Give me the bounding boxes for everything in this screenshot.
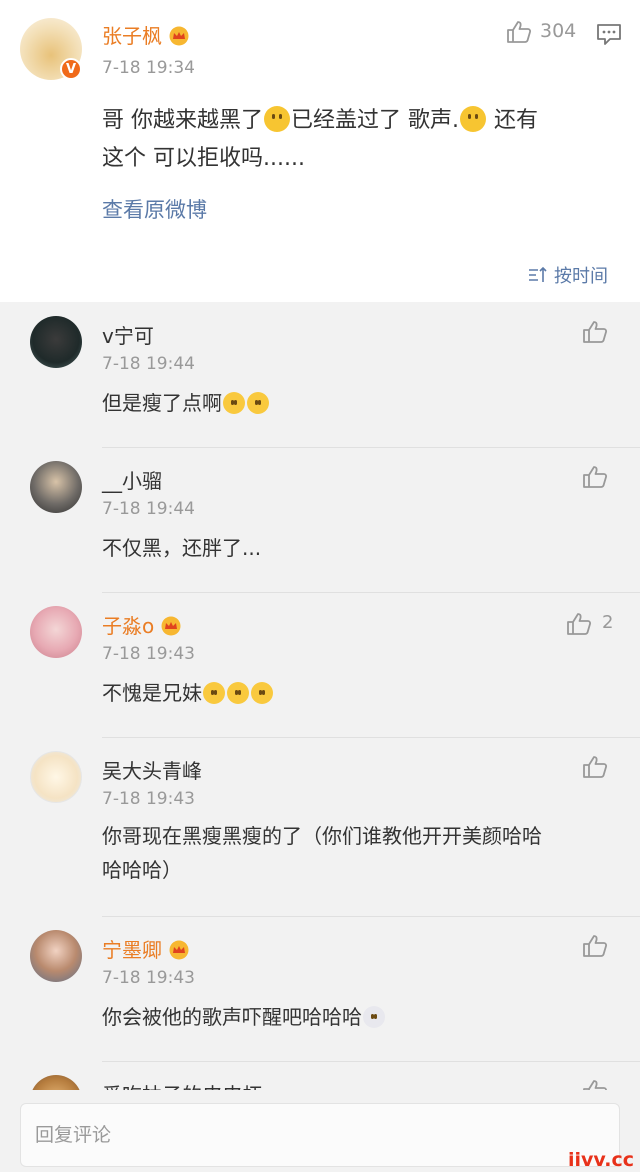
comment-text-content: 不愧是兄妹 (102, 681, 202, 705)
commenter-name[interactable]: 子淼o (102, 610, 182, 639)
thumbs-up-icon[interactable] (582, 934, 608, 958)
commenter-avatar[interactable] (30, 316, 82, 368)
post-like-count: 304 (540, 20, 577, 42)
post-text-part2: 已经盖过了 歌声. (291, 108, 459, 133)
comment-divider (102, 592, 640, 593)
commenter-name[interactable]: 宁墨卿 (102, 934, 190, 963)
commenter-name[interactable]: 吴大头青峰 (102, 755, 202, 784)
post-time: 7-18 19:34 (102, 58, 195, 78)
comment-icon[interactable] (596, 22, 622, 46)
crying-laugh-icon (227, 682, 249, 704)
commenter-name[interactable]: __小骝 (102, 465, 162, 494)
comment-divider (102, 737, 640, 738)
sort-by-time-button[interactable]: 按时间 (528, 262, 608, 288)
comment-text: 但是瘦了点啊 (102, 384, 270, 422)
sort-label: 按时间 (554, 266, 608, 287)
post-author-name[interactable]: 张子枫 (102, 20, 190, 49)
post-card: V 张子枫 7-18 19:34 304 哥 你越来越黑了 已经盖过了 歌声. 还… (0, 0, 640, 302)
comment-time: 7-18 19:43 (102, 789, 195, 809)
comment-time: 7-18 19:43 (102, 968, 195, 988)
commenter-avatar[interactable] (30, 461, 82, 513)
commenter-avatar[interactable] (30, 930, 82, 982)
crying-laugh-icon (251, 682, 273, 704)
crown-icon (169, 940, 189, 960)
comment-text: 你会被他的歌声吓醒吧哈哈哈 (102, 998, 386, 1036)
upside-down-face-icon (264, 106, 290, 132)
comment-divider (102, 447, 640, 448)
smile-face-icon (460, 106, 486, 132)
post-text: 哥 你越来越黑了 已经盖过了 歌声. 还有 这个 可以拒收吗...... (102, 102, 538, 178)
comment-text-content: 你会被他的歌声吓醒吧哈哈哈 (102, 1005, 362, 1029)
laugh-tears-icon (223, 392, 245, 414)
commenter-name[interactable]: v宁可 (102, 320, 154, 349)
comment-divider (102, 1061, 640, 1062)
post-text-part1: 哥 你越来越黑了 (102, 108, 263, 133)
thumbs-up-icon[interactable] (582, 465, 608, 489)
post-text-line2: 这个 可以拒收吗...... (102, 146, 305, 171)
comment-text-line2: 哈哈哈） (102, 858, 182, 882)
shocked-face-icon (363, 1006, 385, 1028)
view-original-link[interactable]: 查看原微博 (102, 194, 207, 224)
commenter-name-text: 子淼o (102, 614, 155, 638)
post-text-part3: 还有 (487, 108, 538, 133)
comment-time: 7-18 19:44 (102, 354, 195, 374)
comment-text: 不仅黑，还胖了... (102, 536, 262, 560)
commenter-name-text: 宁墨卿 (102, 938, 162, 962)
crying-laugh-icon (203, 682, 225, 704)
comment-text: 你哥现在黑瘦黑瘦的了（你们谁教他开开美颜哈哈 哈哈哈） (102, 819, 602, 887)
reply-input[interactable]: 回复评论 (20, 1103, 620, 1167)
watermark: iivv.cc (568, 1149, 634, 1171)
thumbs-up-icon[interactable] (582, 755, 608, 779)
thumbs-up-icon[interactable] (582, 320, 608, 344)
comment-time: 7-18 19:43 (102, 644, 195, 664)
comment-like-count: 2 (602, 612, 614, 633)
sort-icon (529, 266, 547, 282)
thumbs-up-icon[interactable] (566, 612, 592, 636)
verified-badge-icon: V (60, 58, 82, 80)
comment-time: 7-18 19:44 (102, 499, 195, 519)
comment-text-line1: 你哥现在黑瘦黑瘦的了（你们谁教他开开美颜哈哈 (102, 824, 542, 848)
thumbs-up-icon[interactable] (506, 20, 532, 44)
laugh-tears-icon (247, 392, 269, 414)
commenter-avatar[interactable] (30, 751, 82, 803)
crown-icon (169, 26, 189, 46)
comment-text: 不愧是兄妹 (102, 674, 274, 712)
comment-divider (102, 916, 640, 917)
commenter-avatar[interactable] (30, 606, 82, 658)
crown-icon (161, 616, 181, 636)
post-author-name-text: 张子枫 (102, 24, 162, 48)
comment-text-content: 但是瘦了点啊 (102, 391, 222, 415)
